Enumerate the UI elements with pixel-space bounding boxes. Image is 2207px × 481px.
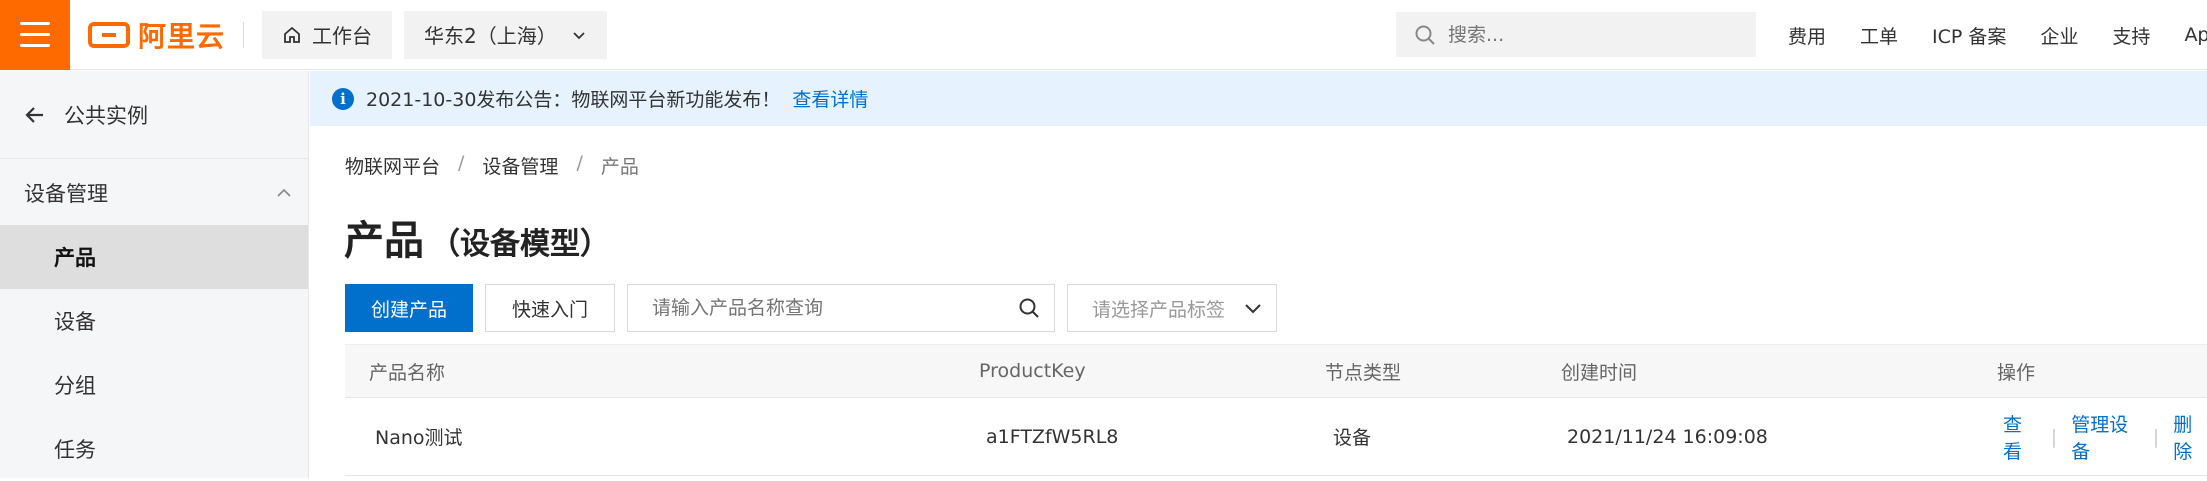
top-link-icp[interactable]: ICP 备案 [1932, 22, 2006, 49]
product-search-input[interactable] [652, 297, 1003, 319]
back-label: 公共实例 [64, 103, 148, 128]
breadcrumb-iot-platform[interactable]: 物联网平台 [345, 152, 440, 179]
sidebar-item-device[interactable]: 设备 [0, 289, 308, 353]
top-link-billing[interactable]: 费用 [1788, 22, 1826, 49]
menu-icon[interactable] [0, 0, 70, 70]
top-link-app[interactable]: App [2184, 24, 2207, 46]
logo-mark-icon [88, 21, 130, 48]
top-links: 费用 工单 ICP 备案 企业 支持 App [1788, 0, 2207, 70]
sidebar-item-task[interactable]: 任务 [0, 417, 308, 481]
quickstart-button[interactable]: 快速入门 [485, 284, 616, 332]
page-title: 产品 （设备模型） [344, 208, 610, 266]
col-product-key: ProductKey [979, 360, 1086, 382]
top-link-support[interactable]: 支持 [2112, 22, 2150, 49]
aliyun-logo[interactable]: 阿里云 [88, 0, 225, 70]
cell-node-type: 设备 [1333, 427, 1372, 449]
chevron-down-icon [1245, 304, 1261, 314]
create-product-button[interactable]: 创建产品 [345, 284, 474, 332]
action-separator: | [2050, 425, 2058, 448]
toolbar: 创建产品 快速入门 请选择产品标签 [345, 284, 1278, 332]
announcement-text: 2021-10-30发布公告：物联网平台新功能发布！ [366, 89, 781, 111]
arrow-left-icon [25, 106, 43, 123]
breadcrumb: 物联网平台 / 设备管理 / 产品 [345, 152, 639, 179]
col-created-time: 创建时间 [1561, 361, 1638, 384]
announcement-banner: i 2021-10-30发布公告：物联网平台新功能发布！ 查看详情 [310, 71, 2207, 126]
col-actions: 操作 [1997, 361, 2036, 384]
sidebar-item-product[interactable]: 产品 [0, 225, 308, 289]
table-header: 产品名称 ProductKey 节点类型 创建时间 操作 [345, 344, 2207, 398]
action-separator: | [2152, 425, 2160, 448]
cell-product-key: a1FTZfW5RL8 [986, 425, 1119, 448]
sidebar-group-device-management[interactable]: 设备管理 [0, 161, 308, 225]
col-product-name: 产品名称 [369, 361, 446, 384]
chevron-down-icon [573, 31, 585, 39]
global-search-input[interactable] [1448, 23, 1738, 46]
region-label: 华东2（上海） [424, 24, 557, 48]
top-link-enterprise[interactable]: 企业 [2040, 22, 2078, 49]
announcement-link[interactable]: 查看详情 [792, 85, 868, 112]
cell-product-name: Nano测试 [375, 427, 463, 449]
breadcrumb-current: 产品 [600, 156, 639, 178]
sidebar: 公共实例 设备管理 产品 设备 分组 任务 [0, 71, 309, 478]
breadcrumb-device-management[interactable]: 设备管理 [482, 152, 558, 179]
logo-divider [243, 21, 245, 48]
view-link[interactable]: 查看 [2003, 410, 2037, 464]
breadcrumb-separator: / [458, 152, 465, 174]
breadcrumb-separator: / [576, 152, 583, 174]
page-title-sub: （设备模型） [430, 227, 610, 262]
sidebar-item-group[interactable]: 分组 [0, 353, 308, 417]
product-table: 产品名称 ProductKey 节点类型 创建时间 操作 Nano测试 a1FT… [345, 344, 2207, 476]
search-icon[interactable] [1018, 297, 1040, 319]
workbench-button[interactable]: 工作台 [262, 10, 393, 59]
logo-text: 阿里云 [138, 19, 226, 53]
back-to-instances[interactable]: 公共实例 [0, 71, 308, 159]
product-search[interactable] [627, 284, 1056, 332]
global-search[interactable] [1396, 12, 1756, 57]
chevron-up-icon [277, 188, 291, 197]
product-tag-placeholder: 请选择产品标签 [1092, 298, 1226, 321]
search-icon [1415, 25, 1435, 45]
product-tag-select[interactable]: 请选择产品标签 [1067, 284, 1278, 332]
cell-created-time: 2021/11/24 16:09:08 [1567, 425, 1768, 448]
info-icon: i [332, 87, 354, 110]
manage-devices-link[interactable]: 管理设备 [2071, 410, 2139, 464]
delete-link[interactable]: 删除 [2173, 410, 2207, 464]
col-node-type: 节点类型 [1325, 361, 1402, 384]
workbench-label: 工作台 [312, 24, 373, 48]
cell-actions: 查看 | 管理设备 | 删除 [2003, 410, 2207, 464]
page-title-main: 产品 [344, 218, 424, 264]
group-label: 设备管理 [24, 182, 108, 206]
top-link-ticket[interactable]: 工单 [1860, 22, 1898, 49]
home-icon [284, 26, 300, 43]
region-selector[interactable]: 华东2（上海） [404, 10, 607, 59]
table-row: Nano测试 a1FTZfW5RL8 设备 2021/11/24 16:09:0… [345, 398, 2207, 476]
